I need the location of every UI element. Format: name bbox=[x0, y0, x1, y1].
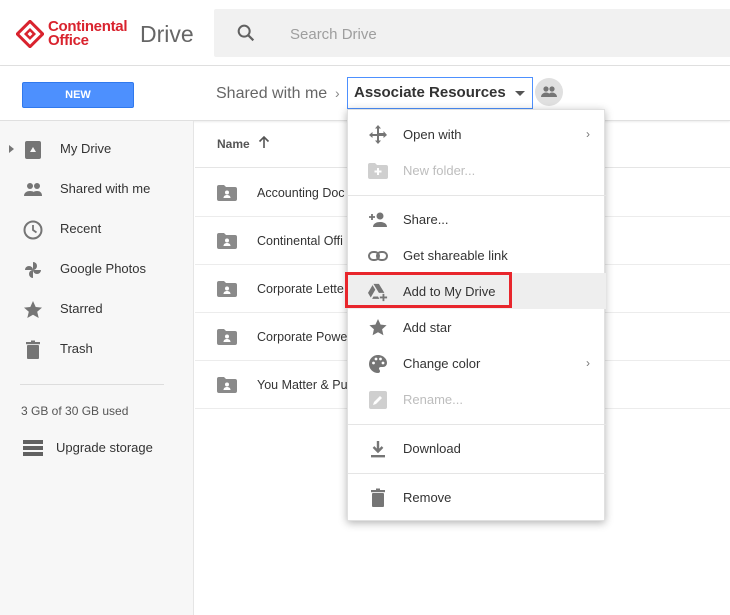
menu-item-label: Open with bbox=[403, 127, 462, 142]
menu-item-remove[interactable]: Remove bbox=[348, 479, 606, 515]
brand-name: Continental Office bbox=[48, 19, 128, 49]
menu-item-get-shareable-link[interactable]: Get shareable link bbox=[348, 237, 606, 273]
file-name: Continental Offi bbox=[257, 234, 343, 248]
menu-item-label: Download bbox=[403, 441, 461, 456]
sidebar-item-label: Google Photos bbox=[60, 261, 147, 276]
rename-icon bbox=[369, 391, 387, 409]
sidebar-item-label: Recent bbox=[60, 221, 102, 236]
file-name: Corporate Powe bbox=[257, 330, 348, 344]
sidebar-item-google-photos[interactable]: Google Photos bbox=[0, 249, 194, 289]
product-name: Drive bbox=[140, 21, 194, 47]
search-bar[interactable] bbox=[214, 9, 730, 57]
file-name: You Matter & Pu bbox=[257, 378, 348, 392]
people-icon bbox=[24, 183, 42, 196]
sidebar-item-my-drive[interactable]: My Drive bbox=[0, 129, 194, 169]
star-icon bbox=[24, 301, 42, 318]
breadcrumb-shared-with-me[interactable]: Shared with me bbox=[216, 85, 327, 103]
expand-arrow-icon[interactable] bbox=[9, 145, 14, 153]
menu-item-share[interactable]: Share... bbox=[348, 201, 606, 237]
pinwheel-icon bbox=[25, 262, 41, 278]
name-column-header[interactable]: Name bbox=[217, 137, 250, 151]
continental-office-logo-icon[interactable] bbox=[16, 20, 44, 48]
sidebar-item-shared-with-me[interactable]: Shared with me bbox=[0, 169, 194, 209]
link-icon bbox=[368, 251, 388, 261]
shared-folder-icon bbox=[217, 281, 237, 297]
menu-item-label: Remove bbox=[403, 490, 452, 505]
menu-item-label: Add star bbox=[403, 320, 452, 335]
menu-item-label: New folder... bbox=[403, 163, 476, 178]
move-arrows-icon bbox=[369, 125, 387, 144]
sidebar-item-starred[interactable]: Starred bbox=[0, 289, 194, 329]
highlight-box bbox=[345, 272, 512, 308]
file-name: Corporate Lette bbox=[257, 282, 344, 296]
clock-icon bbox=[23, 220, 43, 240]
menu-item-download[interactable]: Download bbox=[348, 430, 606, 466]
breadcrumb-current-folder[interactable]: Associate Resources bbox=[347, 77, 533, 109]
menu-item-label: Change color bbox=[403, 356, 481, 371]
menu-item-add-star[interactable]: Add star bbox=[348, 309, 606, 345]
trash-icon bbox=[371, 488, 385, 507]
menu-divider bbox=[348, 424, 606, 425]
shared-folder-icon bbox=[217, 329, 237, 345]
file-name: Accounting Doc bbox=[257, 186, 345, 200]
brand-line-2: Office bbox=[48, 32, 89, 49]
menu-divider bbox=[348, 195, 606, 196]
sidebar-item-trash[interactable]: Trash bbox=[0, 329, 194, 369]
upgrade-storage-link[interactable]: Upgrade storage bbox=[0, 431, 194, 463]
caret-down-icon bbox=[514, 91, 525, 96]
sidebar-item-label: Shared with me bbox=[60, 181, 151, 196]
storage-usage: 3 GB of 30 GB used bbox=[21, 404, 129, 418]
menu-item-open-with[interactable]: Open with › bbox=[348, 116, 606, 152]
sidebar: My Drive Shared with me Recent Google Ph… bbox=[0, 121, 194, 615]
chevron-right-icon: › bbox=[586, 127, 590, 141]
new-folder-icon bbox=[368, 163, 388, 179]
download-icon bbox=[371, 441, 385, 458]
search-input[interactable] bbox=[290, 23, 670, 45]
sidebar-item-label: Trash bbox=[60, 341, 93, 356]
shared-folder-icon bbox=[217, 185, 237, 201]
search-icon[interactable] bbox=[235, 22, 257, 44]
menu-item-label: Get shareable link bbox=[403, 248, 508, 263]
upgrade-storage-label: Upgrade storage bbox=[56, 440, 153, 455]
trash-icon bbox=[26, 340, 40, 359]
menu-item-label: Share... bbox=[403, 212, 449, 227]
sidebar-item-recent[interactable]: Recent bbox=[0, 209, 194, 249]
arrow-up-icon[interactable] bbox=[257, 135, 271, 149]
menu-item-label: Rename... bbox=[403, 392, 463, 407]
my-drive-icon bbox=[25, 141, 41, 159]
sidebar-item-label: Starred bbox=[60, 301, 103, 316]
new-button[interactable]: NEW bbox=[22, 82, 134, 108]
palette-icon bbox=[369, 355, 387, 373]
chevron-right-icon: › bbox=[586, 356, 590, 370]
shared-folder-badge[interactable] bbox=[535, 78, 563, 106]
breadcrumb-current-label: Associate Resources bbox=[354, 84, 506, 101]
shared-folder-icon bbox=[217, 233, 237, 249]
people-icon bbox=[541, 86, 557, 97]
menu-item-rename[interactable]: Rename... bbox=[348, 381, 606, 417]
menu-item-change-color[interactable]: Change color › bbox=[348, 345, 606, 381]
sidebar-item-label: My Drive bbox=[60, 141, 112, 156]
breadcrumb-separator: › bbox=[335, 85, 340, 101]
shared-folder-icon bbox=[217, 377, 237, 393]
storage-icon bbox=[23, 440, 43, 456]
sidebar-divider bbox=[20, 384, 164, 385]
star-icon bbox=[369, 319, 387, 336]
menu-item-new-folder[interactable]: New folder... bbox=[348, 152, 606, 188]
menu-divider bbox=[348, 473, 606, 474]
context-menu: Open with › New folder... Share... Get s… bbox=[345, 109, 606, 521]
app-header: Continental Office Drive bbox=[0, 0, 730, 66]
add-person-icon bbox=[369, 212, 387, 227]
